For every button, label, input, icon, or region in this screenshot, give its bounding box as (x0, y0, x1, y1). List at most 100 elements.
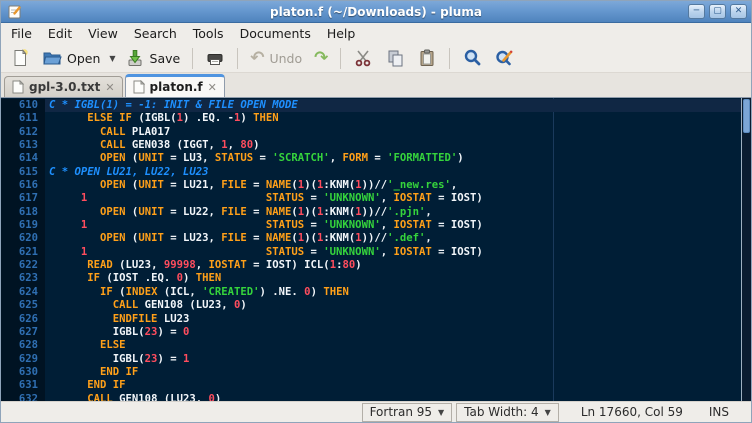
code-line[interactable]: 623 IF (IOST .EQ. 0) THEN (1, 272, 741, 285)
code-line[interactable]: 625 CALL GEN108 (LU23, 0) (1, 299, 741, 312)
open-dropdown-chevron[interactable]: ▼ (107, 51, 117, 66)
redo-button[interactable]: ↷ (309, 45, 333, 71)
code-text: OPEN (UNIT = LU3, STATUS = 'SCRATCH', FO… (45, 152, 464, 165)
code-line[interactable]: 630 END IF (1, 366, 741, 379)
code-line[interactable]: 620 OPEN (UNIT = LU23, FILE = NAME(1)(1:… (1, 232, 741, 245)
code-line[interactable]: 619 1 STATUS = 'UNKNOWN', IOSTAT = IOST) (1, 219, 741, 232)
menu-search[interactable]: Search (126, 24, 185, 43)
line-number: 615 (1, 166, 45, 179)
toolbar-separator (237, 48, 238, 69)
pluma-window: platon.f (~/Downloads) - pluma ─ ▢ ✕ Fil… (0, 0, 752, 423)
code-view[interactable]: 610C * IGBL(1) = -1: INIT & FILE OPEN MO… (1, 98, 741, 401)
code-line[interactable]: 626 ENDFILE LU23 (1, 313, 741, 326)
find-button[interactable] (457, 45, 487, 71)
copy-button[interactable] (380, 45, 410, 71)
editor-area[interactable]: 610C * IGBL(1) = -1: INIT & FILE OPEN MO… (1, 97, 751, 401)
code-text: 1 STATUS = 'UNKNOWN', IOSTAT = IOST) (45, 219, 483, 232)
tab-gpl-3.0.txt[interactable]: gpl-3.0.txt ✕ (4, 76, 123, 97)
line-number: 619 (1, 219, 45, 232)
search-icon (462, 48, 482, 68)
cursor-position: Ln 17660, Col 59 (581, 405, 683, 419)
redo-icon: ↷ (314, 48, 328, 68)
line-number: 630 (1, 366, 45, 379)
tab-close-icon[interactable]: ✕ (105, 82, 114, 93)
tab-platon.f[interactable]: platon.f✕ (125, 74, 225, 97)
search-replace-icon (494, 48, 514, 68)
menu-tools[interactable]: Tools (185, 24, 232, 43)
code-line[interactable]: 610C * IGBL(1) = -1: INIT & FILE OPEN MO… (1, 99, 741, 112)
code-text: END IF (45, 366, 138, 379)
save-button[interactable]: Save (120, 45, 186, 71)
code-line[interactable]: 629 IGBL(23) = 1 (1, 353, 741, 366)
replace-button[interactable] (489, 45, 519, 71)
scrollbar-thumb[interactable] (743, 99, 750, 133)
code-text: OPEN (UNIT = LU21, FILE = NAME(1)(1:KNM(… (45, 179, 457, 192)
language-selector[interactable]: Fortran 95 ▼ (362, 403, 453, 422)
tab-width-label: Tab Width: 4 (464, 405, 538, 419)
minimize-button[interactable]: ─ (688, 4, 705, 19)
line-number: 623 (1, 272, 45, 285)
code-text: IGBL(23) = 1 (45, 353, 189, 366)
code-line[interactable]: 615C * OPEN LU21, LU22, LU23 (1, 166, 741, 179)
open-button-label: Open (67, 51, 100, 66)
code-line[interactable]: 614 OPEN (UNIT = LU3, STATUS = 'SCRATCH'… (1, 152, 741, 165)
code-text: CALL PLA017 (45, 126, 170, 139)
code-line[interactable]: 611 ELSE IF (IGBL(1) .EQ. -1) THEN (1, 112, 741, 125)
line-number: 612 (1, 126, 45, 139)
line-number: 618 (1, 206, 45, 219)
code-line[interactable]: 628 ELSE (1, 339, 741, 352)
window-title: platon.f (~/Downloads) - pluma (1, 5, 751, 19)
code-line[interactable]: 613 CALL GEN038 (IGGT, 1, 80) (1, 139, 741, 152)
code-line[interactable]: 621 1 STATUS = 'UNKNOWN', IOSTAT = IOST) (1, 246, 741, 259)
menu-documents[interactable]: Documents (232, 24, 319, 43)
line-number: 626 (1, 313, 45, 326)
copy-icon (385, 48, 405, 68)
code-text: CALL GEN038 (IGGT, 1, 80) (45, 139, 260, 152)
new-document-icon (10, 48, 30, 68)
menu-file[interactable]: File (3, 24, 40, 43)
tab-label: gpl-3.0.txt (29, 80, 100, 94)
toolbar-separator (192, 48, 193, 69)
code-line[interactable]: 624 IF (INDEX (ICL, 'CREATED') .NE. 0) T… (1, 286, 741, 299)
document-icon (133, 80, 145, 94)
line-number: 622 (1, 259, 45, 272)
toolbar: Open ▼ Save ↶ Undo ↷ (1, 44, 751, 73)
undo-button[interactable]: ↶ Undo (245, 45, 307, 71)
line-number: 627 (1, 326, 45, 339)
line-number: 625 (1, 299, 45, 312)
vertical-scrollbar[interactable] (741, 98, 751, 401)
line-number: 621 (1, 246, 45, 259)
code-line[interactable]: 617 1 STATUS = 'UNKNOWN', IOSTAT = IOST) (1, 192, 741, 205)
code-text: ELSE IF (IGBL(1) .EQ. -1) THEN (45, 112, 279, 125)
open-folder-icon (42, 48, 62, 68)
code-line[interactable]: 622 READ (LU23, 99998, IOSTAT = IOST) IC… (1, 259, 741, 272)
code-lines: 610C * IGBL(1) = -1: INIT & FILE OPEN MO… (1, 99, 741, 401)
paste-button[interactable] (412, 45, 442, 71)
menu-bar: FileEditViewSearchToolsDocumentsHelp (1, 23, 751, 44)
line-number: 613 (1, 139, 45, 152)
menu-help[interactable]: Help (319, 24, 364, 43)
code-line[interactable]: 618 OPEN (UNIT = LU22, FILE = NAME(1)(1:… (1, 206, 741, 219)
menu-view[interactable]: View (80, 24, 126, 43)
code-line[interactable]: 631 END IF (1, 379, 741, 392)
open-button[interactable]: Open (37, 45, 105, 71)
code-line[interactable]: 616 OPEN (UNIT = LU21, FILE = NAME(1)(1:… (1, 179, 741, 192)
language-label: Fortran 95 (370, 405, 432, 419)
code-line[interactable]: 612 CALL PLA017 (1, 126, 741, 139)
tab-width-selector[interactable]: Tab Width: 4 ▼ (456, 403, 559, 422)
paste-clipboard-icon (417, 48, 437, 68)
code-line[interactable]: 627 IGBL(23) = 0 (1, 326, 741, 339)
code-line[interactable]: 632 CALL GEN108 (LU23, 0) (1, 393, 741, 401)
new-document-button[interactable] (5, 45, 35, 71)
menu-edit[interactable]: Edit (40, 24, 80, 43)
print-button[interactable] (200, 45, 230, 71)
maximize-button[interactable]: ▢ (709, 4, 726, 19)
code-text: 1 STATUS = 'UNKNOWN', IOSTAT = IOST) (45, 192, 483, 205)
tab-close-icon[interactable]: ✕ (208, 82, 217, 93)
close-button[interactable]: ✕ (730, 4, 747, 19)
code-text: OPEN (UNIT = LU22, FILE = NAME(1)(1:KNM(… (45, 206, 432, 219)
cut-button[interactable] (348, 45, 378, 71)
title-bar[interactable]: platon.f (~/Downloads) - pluma ─ ▢ ✕ (1, 1, 751, 23)
chevron-down-icon: ▼ (545, 408, 551, 417)
line-number: 624 (1, 286, 45, 299)
